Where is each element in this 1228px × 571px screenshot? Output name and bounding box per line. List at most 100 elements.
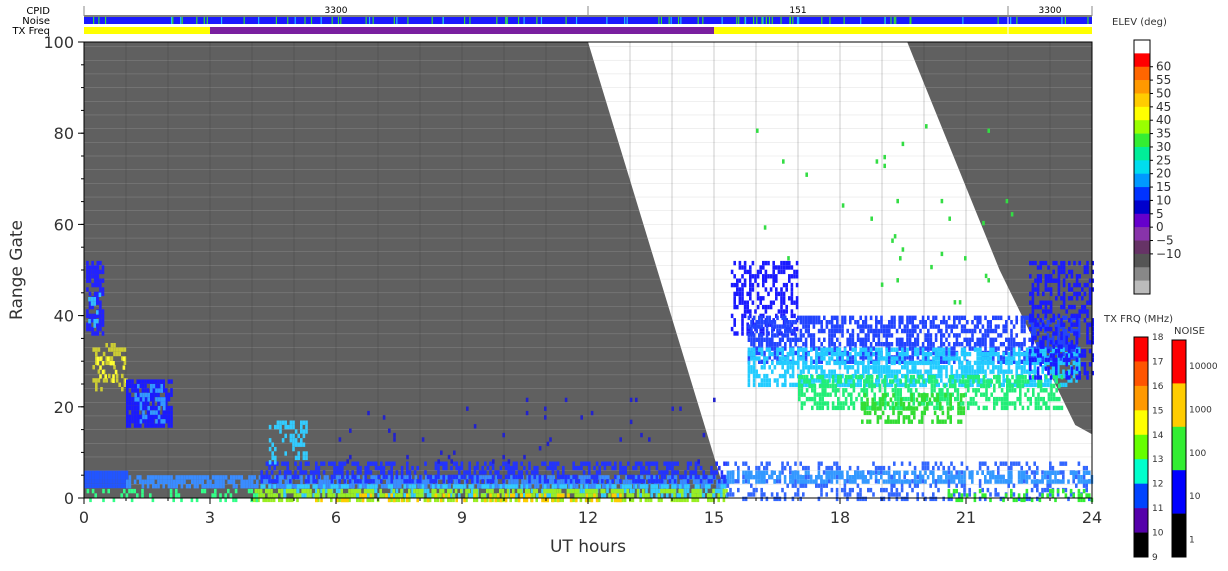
echo-cell — [442, 493, 445, 497]
echo-cell — [865, 348, 868, 352]
echo-cell — [541, 462, 544, 466]
echo-cell — [442, 484, 445, 488]
echo-cell — [108, 374, 111, 378]
echo-cell — [442, 475, 445, 479]
echo-cell — [997, 352, 1000, 356]
echo-cell — [997, 356, 1000, 360]
echo-cell — [969, 342, 972, 346]
echo-cell — [515, 493, 518, 497]
echo-cell — [432, 484, 435, 488]
echo-cell — [695, 470, 698, 474]
echo-cell — [637, 479, 640, 483]
echo-cell — [1018, 361, 1021, 365]
echo-cell — [450, 489, 453, 493]
echo-cell — [841, 356, 844, 360]
echo-cell — [1045, 367, 1048, 371]
echo-cell — [784, 346, 787, 350]
echo-cell — [718, 479, 721, 483]
echo-cell — [1060, 345, 1063, 349]
noise-strip-tick — [745, 17, 746, 24]
echo-cell — [695, 480, 698, 484]
echo-cell — [915, 388, 918, 392]
echo-cell — [903, 415, 906, 419]
echo-cell — [885, 329, 888, 333]
echo-cell — [305, 429, 308, 433]
echo-cell — [163, 406, 166, 410]
echo-cell — [370, 479, 373, 483]
echo-cell — [904, 346, 907, 350]
echo-cell — [118, 383, 121, 387]
echo-cell — [183, 480, 186, 484]
echo-cell — [771, 324, 774, 328]
echo-cell — [1089, 362, 1092, 366]
echo-cell — [1086, 265, 1089, 269]
echo-cell — [758, 466, 761, 470]
echo-cell — [836, 348, 839, 352]
echo-cell — [284, 470, 287, 474]
echo-cell — [144, 419, 147, 423]
echo-cell — [818, 316, 821, 320]
noise-strip-tick — [340, 17, 341, 24]
echo-cell — [827, 393, 830, 397]
echo-cell — [94, 493, 97, 497]
echo-cell — [917, 352, 920, 356]
echo-cell — [697, 484, 700, 488]
echo-cell — [536, 493, 539, 497]
echo-cell — [327, 489, 330, 493]
echo-cell — [1068, 261, 1071, 265]
echo-cell — [914, 342, 917, 346]
echo-cell — [949, 406, 952, 410]
echo-cell — [946, 397, 949, 401]
echo-cell — [1006, 401, 1009, 405]
echo-cell — [781, 316, 784, 320]
echo-cell — [982, 333, 985, 337]
echo-cell — [963, 352, 966, 356]
echo-cell — [970, 375, 973, 379]
echo-cell — [396, 484, 399, 488]
echo-cell — [820, 320, 823, 324]
echo-cell — [761, 320, 764, 324]
echo-cell — [606, 484, 609, 488]
echo-cell — [927, 316, 930, 320]
echo-cell — [124, 383, 127, 387]
echo-cell — [102, 361, 105, 365]
echo-cell — [852, 338, 855, 342]
echo-cell — [905, 406, 908, 410]
echo-cell — [593, 493, 596, 497]
echo-cell — [367, 493, 370, 497]
echo-cell — [980, 384, 983, 388]
echo-cell — [1040, 379, 1043, 383]
echo-cell — [1086, 314, 1089, 318]
echo-cell — [935, 352, 938, 356]
echo-cell — [129, 406, 132, 410]
echo-cell — [383, 466, 386, 470]
echo-cell — [935, 324, 938, 328]
echo-cell — [637, 493, 640, 497]
echo-cell — [776, 324, 779, 328]
echo-cell — [1042, 401, 1045, 405]
echo-cell — [917, 342, 920, 346]
echo-cell — [1018, 365, 1021, 369]
echo-cell — [1016, 384, 1019, 388]
echo-cell — [797, 316, 800, 320]
echo-cell — [841, 329, 844, 333]
echo-cell — [713, 470, 716, 474]
echo-cell — [781, 348, 784, 352]
echo-cell — [399, 480, 402, 484]
echo-cell — [650, 493, 653, 497]
echo-cell — [611, 479, 614, 483]
echo-cell — [976, 365, 979, 369]
echo-cell — [1089, 323, 1092, 327]
echo-cell — [1002, 378, 1005, 382]
echo-cell — [580, 489, 583, 493]
echo-cell — [708, 475, 711, 479]
echo-cell — [1084, 309, 1087, 313]
echo-cell — [253, 475, 256, 479]
echo-cell — [201, 475, 204, 479]
echo-cell — [815, 361, 818, 365]
echo-cell — [993, 406, 996, 410]
echo-cell — [1021, 365, 1024, 369]
echo-cell — [278, 489, 281, 493]
noise-strip-tick — [287, 17, 288, 24]
echo-cell — [572, 475, 575, 479]
